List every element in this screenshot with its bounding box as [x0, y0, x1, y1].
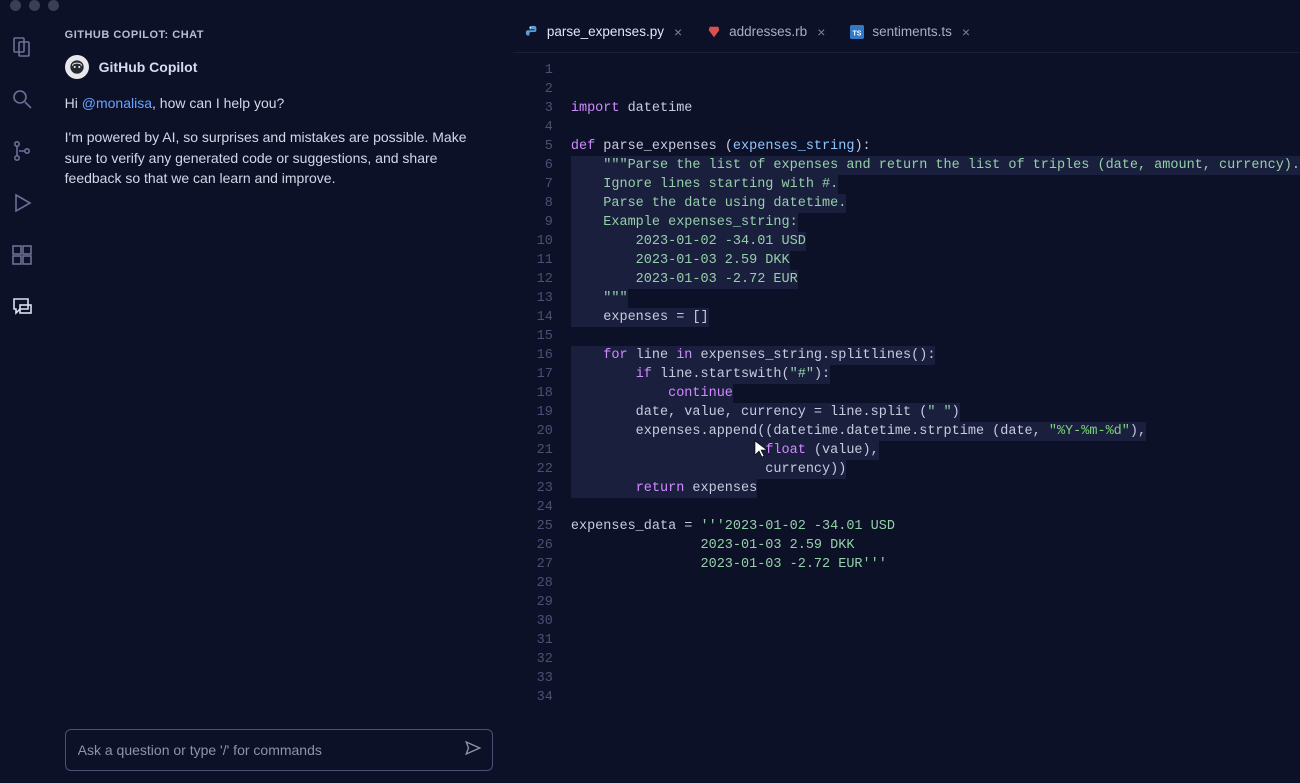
code-line[interactable]: import datetime: [571, 99, 1300, 118]
copilot-avatar-icon: [65, 55, 89, 79]
python-file-icon: [525, 25, 539, 39]
window-dot[interactable]: [29, 0, 40, 11]
code-line[interactable]: for line in expenses_string.splitlines()…: [571, 346, 1300, 365]
search-icon[interactable]: [10, 87, 34, 111]
code-line[interactable]: [571, 498, 1300, 517]
window-dot[interactable]: [10, 0, 21, 11]
code-line[interactable]: float (value),: [571, 441, 1300, 460]
code-line[interactable]: continue: [571, 384, 1300, 403]
tab-parse-expenses[interactable]: parse_expenses.py ×: [513, 11, 695, 52]
explorer-icon[interactable]: [10, 35, 34, 59]
code-line[interactable]: [571, 726, 1300, 745]
code-line[interactable]: 2023-01-02 -34.01 USD: [571, 232, 1300, 251]
chat-input[interactable]: [65, 729, 493, 771]
disclaimer-message: I'm powered by AI, so surprises and mist…: [65, 127, 493, 188]
code-line[interactable]: if line.startswith("#"):: [571, 365, 1300, 384]
editor-tabs: parse_expenses.py × addresses.rb × TS se…: [513, 11, 1300, 53]
tab-label: parse_expenses.py: [547, 24, 664, 39]
activity-bar: [0, 11, 45, 783]
code-line[interactable]: date, value, currency = line.split (" "): [571, 403, 1300, 422]
code-line[interactable]: expenses.append((datetime.datetime.strpt…: [571, 422, 1300, 441]
editor-area: parse_expenses.py × addresses.rb × TS se…: [513, 11, 1300, 783]
code-line[interactable]: [571, 688, 1300, 707]
chat-icon[interactable]: [10, 295, 34, 319]
code-line[interactable]: 2023-01-03 2.59 DKK: [571, 536, 1300, 555]
tab-addresses[interactable]: addresses.rb ×: [695, 11, 838, 52]
tab-sentiments[interactable]: TS sentiments.ts ×: [838, 11, 983, 52]
code-line[interactable]: [571, 669, 1300, 688]
tab-label: sentiments.ts: [872, 24, 952, 39]
code-line[interactable]: expenses = []: [571, 308, 1300, 327]
greeting-message: Hi @monalisa, how can I help you?: [65, 93, 493, 113]
svg-text:TS: TS: [853, 30, 862, 37]
source-control-icon[interactable]: [10, 139, 34, 163]
copilot-chat-panel: GITHUB COPILOT: CHAT GitHub Copilot Hi @…: [45, 11, 513, 783]
code-line[interactable]: """Parse the list of expenses and return…: [571, 156, 1300, 175]
code-line[interactable]: [571, 612, 1300, 631]
run-debug-icon[interactable]: [10, 191, 34, 215]
code-content[interactable]: import datetime def parse_expenses (expen…: [571, 61, 1300, 783]
ruby-file-icon: [707, 25, 721, 39]
code-line[interactable]: currency)): [571, 460, 1300, 479]
line-number-gutter: 1234567891011121314151617181920212223242…: [513, 61, 571, 783]
agent-header: GitHub Copilot: [65, 55, 493, 79]
code-line[interactable]: [571, 574, 1300, 593]
close-icon[interactable]: ×: [674, 24, 682, 40]
code-line[interactable]: expenses_data = '''2023-01-02 -34.01 USD: [571, 517, 1300, 536]
window-dot[interactable]: [48, 0, 59, 11]
code-line[interactable]: [571, 118, 1300, 137]
close-icon[interactable]: ×: [817, 24, 825, 40]
code-line[interactable]: [571, 707, 1300, 726]
panel-title: GITHUB COPILOT: CHAT: [55, 11, 503, 55]
code-line[interactable]: [571, 650, 1300, 669]
tab-label: addresses.rb: [729, 24, 807, 39]
code-line[interactable]: [571, 631, 1300, 650]
code-line[interactable]: 2023-01-03 2.59 DKK: [571, 251, 1300, 270]
code-line[interactable]: return expenses: [571, 479, 1300, 498]
typescript-file-icon: TS: [850, 25, 864, 39]
titlebar: [0, 0, 1300, 11]
code-line[interactable]: """: [571, 289, 1300, 308]
code-line[interactable]: 2023-01-03 -2.72 EUR: [571, 270, 1300, 289]
code-line[interactable]: Parse the date using datetime.: [571, 194, 1300, 213]
code-editor[interactable]: 1234567891011121314151617181920212223242…: [513, 53, 1300, 783]
main-layout: GITHUB COPILOT: CHAT GitHub Copilot Hi @…: [0, 11, 1300, 783]
code-line[interactable]: Example expenses_string:: [571, 213, 1300, 232]
close-icon[interactable]: ×: [962, 24, 970, 40]
agent-name: GitHub Copilot: [99, 59, 198, 75]
extensions-icon[interactable]: [10, 243, 34, 267]
code-line[interactable]: [571, 593, 1300, 612]
send-button[interactable]: [464, 739, 482, 762]
code-line[interactable]: def parse_expenses (expenses_string):: [571, 137, 1300, 156]
code-line[interactable]: Ignore lines starting with #.: [571, 175, 1300, 194]
code-line[interactable]: [571, 327, 1300, 346]
code-line[interactable]: 2023-01-03 -2.72 EUR''': [571, 555, 1300, 574]
mention[interactable]: @monalisa: [82, 95, 152, 111]
